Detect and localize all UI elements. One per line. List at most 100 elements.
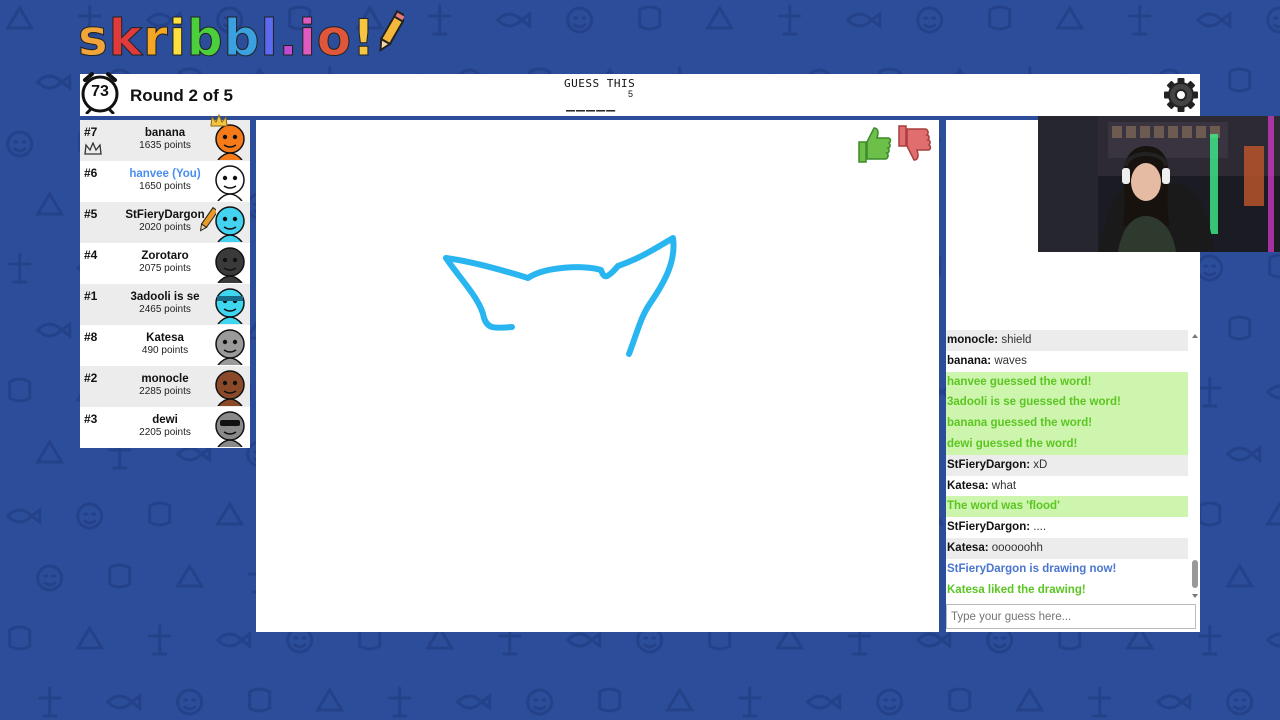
player-row[interactable]: #2 monocle 2285 points xyxy=(80,366,250,407)
player-points: 1650 points xyxy=(139,181,191,192)
player-points: 490 points xyxy=(141,345,189,356)
player-name: Zorotaro xyxy=(141,250,189,262)
round-indicator: Round 2 of 5 xyxy=(130,86,233,105)
player-rank: #4 xyxy=(84,248,98,262)
chat-message: StFieryDargon is drawing now! xyxy=(946,559,1188,580)
player-avatar xyxy=(215,370,245,406)
player-row[interactable]: #4 Zorotaro 2075 points xyxy=(80,243,250,284)
player-avatar xyxy=(215,247,245,283)
streamer-webcam xyxy=(1038,116,1280,252)
logo-letter: i xyxy=(168,9,187,68)
chat-author: Katesa xyxy=(947,479,985,492)
player-rank: #5 xyxy=(84,207,98,221)
thumbs-up-icon[interactable] xyxy=(856,124,892,164)
crown-icon xyxy=(84,142,102,155)
player-points: 2285 points xyxy=(139,386,191,397)
chat-message: dewi guessed the word! xyxy=(946,433,1188,455)
chat-text: .... xyxy=(1033,521,1047,534)
chat-message: hanvee guessed the word! xyxy=(946,371,1188,393)
thumbs-down-icon[interactable] xyxy=(896,124,932,164)
settings-gear-icon[interactable] xyxy=(1162,76,1200,114)
chat-message: The word was 'flood' xyxy=(946,496,1188,518)
player-name: Katesa xyxy=(146,332,184,344)
player-row[interactable]: #6 hanvee (You) 1650 points xyxy=(80,161,250,202)
logo-letter: s xyxy=(78,9,109,68)
chat-log[interactable]: monocle: shield banana: waves hanvee guess… xyxy=(946,330,1188,602)
vote-buttons xyxy=(856,124,936,164)
player-row[interactable]: #8 Katesa 490 points xyxy=(80,325,250,366)
logo-letter: r xyxy=(143,9,169,68)
player-avatar xyxy=(215,165,245,201)
player-row[interactable]: #1 3adooli is se 2465 points xyxy=(80,284,250,325)
player-row[interactable]: #7 banana 1635 points xyxy=(80,114,250,161)
logo-letter: ! xyxy=(352,9,376,68)
chat-message: StFieryDargon: .... xyxy=(947,521,1047,534)
chat-author: Katesa xyxy=(947,541,985,554)
chat-scrollbar[interactable] xyxy=(1190,332,1200,602)
player-name: hanvee (You) xyxy=(129,168,201,180)
player-rank: #6 xyxy=(84,166,98,180)
chat-message: Katesa liked the drawing! xyxy=(946,580,1188,601)
chat-author: StFieryDargon xyxy=(947,458,1027,471)
player-rank: #3 xyxy=(84,412,98,426)
chat-system-text: StFieryDargon is drawing now! xyxy=(947,562,1117,575)
player-name: banana xyxy=(144,127,186,139)
player-avatar xyxy=(215,411,245,447)
player-name: dewi xyxy=(152,414,178,426)
chat-system-text: 3adooli is se guessed the word! xyxy=(947,396,1121,409)
timer-value: 73 xyxy=(91,83,109,100)
chat-text: waves xyxy=(994,354,1027,367)
logo-letter: b xyxy=(186,9,224,68)
chat-message: StFieryDargon: xD xyxy=(946,454,1188,476)
logo-letter: b xyxy=(223,9,261,68)
chat-message: banana guessed the word! xyxy=(946,413,1188,434)
player-rank: #8 xyxy=(84,330,98,344)
drawing-stroke xyxy=(443,235,677,357)
logo-letter: l xyxy=(260,9,279,68)
player-points: 1635 points xyxy=(139,140,191,151)
player-avatar xyxy=(215,329,245,365)
word-hint: _____ xyxy=(566,94,617,112)
chat-text: what xyxy=(991,479,1017,492)
logo-letter: o xyxy=(316,9,353,68)
chat-message: Katesa: oooooohh xyxy=(946,537,1188,559)
chat-system-text: banana guessed the word! xyxy=(947,417,1093,430)
leader-crown-icon xyxy=(210,114,228,127)
word-length: 5 xyxy=(628,89,634,99)
chat-text: oooooohh xyxy=(991,541,1043,554)
guess-input[interactable] xyxy=(946,604,1196,629)
player-points: 2075 points xyxy=(139,263,191,274)
chat-text: xD xyxy=(1033,458,1048,471)
player-points: 2205 points xyxy=(139,427,191,438)
chat-message: Katesa: what xyxy=(947,479,1017,492)
player-rank: #7 xyxy=(84,125,98,139)
chat-system-text: hanvee guessed the word! xyxy=(947,375,1092,388)
player-rank: #1 xyxy=(84,289,98,303)
chat-system-text: The word was 'flood' xyxy=(947,500,1060,513)
player-avatar xyxy=(215,206,245,242)
player-name: monocle xyxy=(141,373,189,385)
chat-author: banana xyxy=(947,354,988,367)
logo-letter: k xyxy=(108,9,144,68)
logo-letter: i xyxy=(298,9,317,68)
chat-text: shield xyxy=(1001,334,1032,346)
guess-this-label: GUESS THIS xyxy=(564,77,636,90)
chat-message: 3adooli is se guessed the word! xyxy=(946,392,1188,414)
player-row[interactable]: #3 dewi 2205 points xyxy=(80,407,250,448)
player-list: #7 banana 1635 points #6 hanvee (You) 16… xyxy=(80,114,250,448)
pencil-icon xyxy=(379,9,408,53)
player-row[interactable]: #5 StFieryDargon 2020 points xyxy=(80,202,250,243)
game-top-bar: 73 Round 2 of 5 GUESS THIS _____ 5 xyxy=(80,72,1200,116)
skribbl-logo: skribbl.io! xyxy=(78,8,408,68)
chat-author: monocle xyxy=(947,334,995,346)
chat-message: banana: waves xyxy=(947,354,1027,367)
chat-system-text: dewi guessed the word! xyxy=(947,437,1078,450)
chat-author: StFieryDargon xyxy=(947,521,1027,534)
player-points: 2465 points xyxy=(139,304,191,315)
player-avatar xyxy=(215,288,245,324)
drawing-pencil-icon xyxy=(200,206,216,232)
drawing-canvas[interactable] xyxy=(256,120,939,632)
player-name: 3adooli is se xyxy=(130,291,200,303)
chat-system-text: Katesa liked the drawing! xyxy=(947,583,1086,596)
player-rank: #2 xyxy=(84,371,98,385)
